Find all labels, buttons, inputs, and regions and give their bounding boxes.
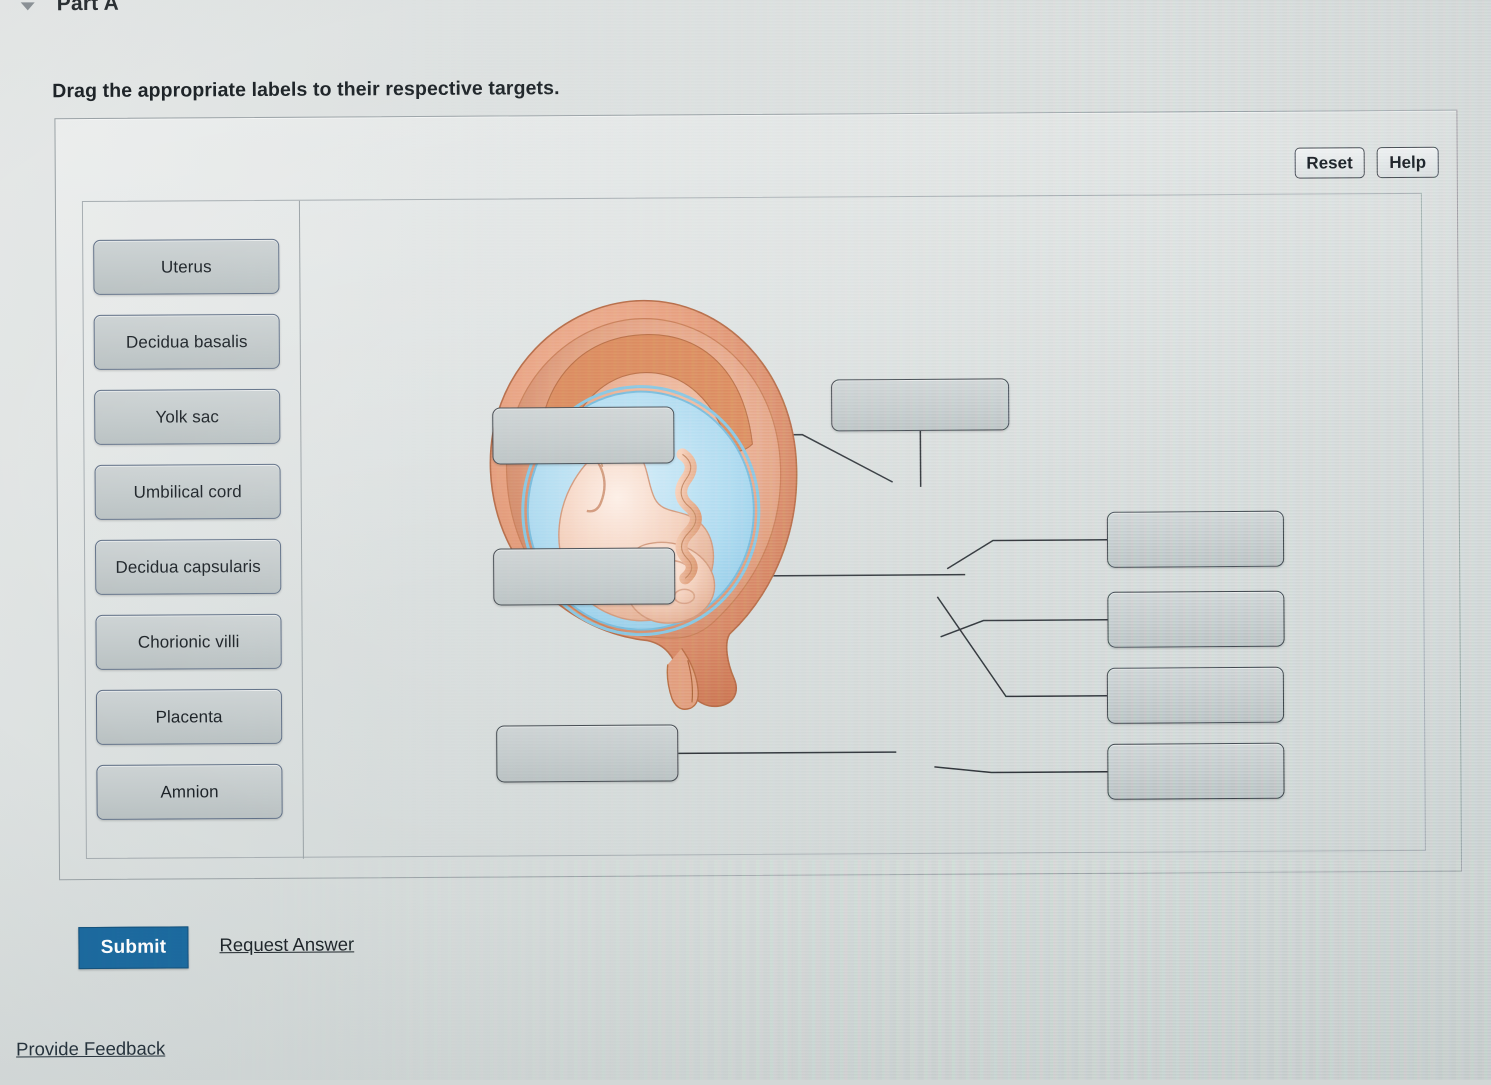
drop-target[interactable] <box>831 378 1010 432</box>
page-content: Part A Drag the appropriate labels to th… <box>0 0 1491 1085</box>
drop-target[interactable] <box>1107 742 1285 800</box>
exercise-panel: Reset Help Uterus Decidua basalis Yolk s… <box>54 109 1463 881</box>
page-title: Part A <box>56 0 120 16</box>
part-header: Part A <box>20 0 120 16</box>
request-answer-link[interactable]: Request Answer <box>219 933 354 956</box>
fetus-in-uterus-diagram <box>475 292 818 714</box>
uterus-illustration-svg <box>489 299 798 710</box>
submit-button[interactable]: Submit <box>78 926 189 970</box>
drop-target[interactable] <box>1107 590 1285 648</box>
drop-target[interactable] <box>496 724 679 783</box>
panel-toolbar: Reset Help <box>1294 146 1439 179</box>
drop-target[interactable] <box>1106 510 1285 568</box>
instruction-text: Drag the appropriate labels to their res… <box>52 77 560 103</box>
reset-button[interactable]: Reset <box>1294 147 1365 179</box>
drop-target[interactable] <box>1106 666 1285 724</box>
drop-target[interactable] <box>493 547 676 606</box>
drag-drop-work-area: Uterus Decidua basalis Yolk sac Umbilica… <box>81 192 1426 860</box>
help-button[interactable]: Help <box>1376 146 1439 179</box>
triangle-down-icon[interactable] <box>20 2 35 11</box>
provide-feedback-link[interactable]: Provide Feedback <box>16 1038 165 1061</box>
drop-target[interactable] <box>492 406 675 465</box>
